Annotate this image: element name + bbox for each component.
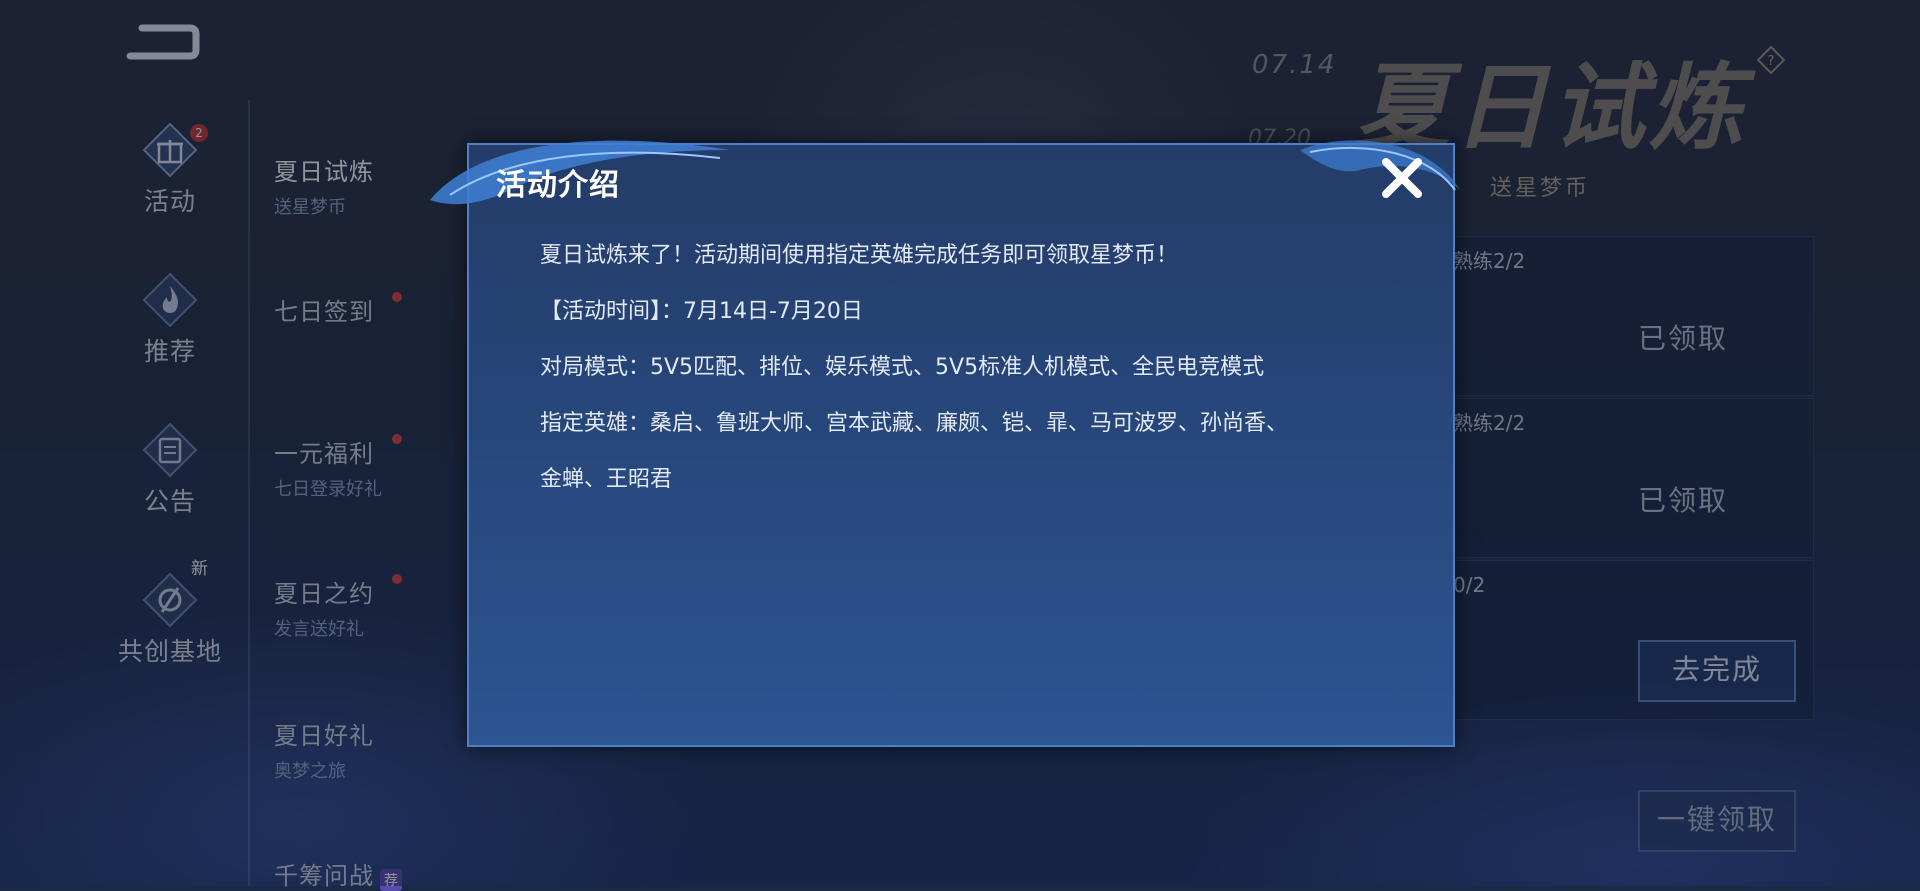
- modes-line: 对局模式：5V5匹配、排位、娱乐模式、5V5标准人机模式、全民电竞模式: [540, 355, 1265, 380]
- heroes-line-cont: 金蝉、王昭君: [540, 467, 673, 492]
- time-line: 【活动时间】：7月14日-7月20日: [540, 299, 863, 324]
- intro-line: 夏日试炼来了！活动期间使用指定英雄完成任务即可领取星梦币！: [540, 243, 1179, 268]
- dialog-title: 活动介绍: [496, 168, 620, 203]
- dialog-body: 夏日试炼来了！活动期间使用指定英雄完成任务即可领取星梦币！ 【活动时间】：7月1…: [540, 228, 1400, 508]
- close-icon[interactable]: [1374, 150, 1430, 206]
- heroes-line: 指定英雄：桑启、鲁班大师、宫本武藏、廉颇、铠、暃、马可波罗、孙尚香、: [540, 411, 1289, 436]
